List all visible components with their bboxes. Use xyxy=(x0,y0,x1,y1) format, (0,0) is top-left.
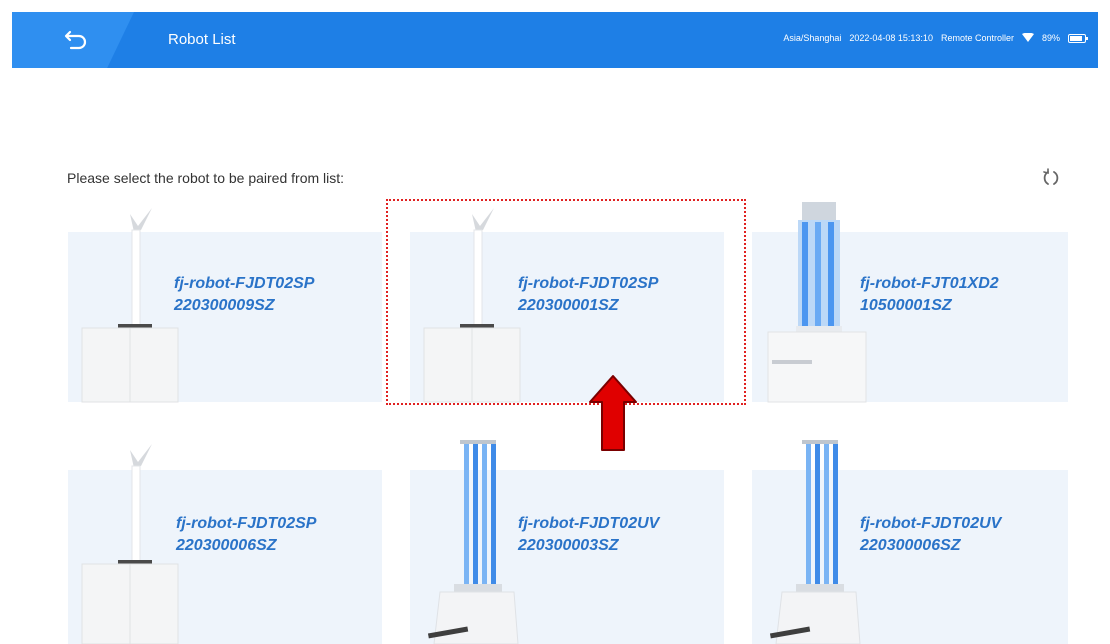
instruction-text: Please select the robot to be paired fro… xyxy=(67,170,345,186)
robot-name: fj-robot-FJDT02SP xyxy=(518,275,659,292)
robot-arm-image xyxy=(81,208,179,403)
battery-percent: 89% xyxy=(1041,33,1060,43)
robot-label: fj-robot-FJDT02SP 220300006SZ xyxy=(176,513,316,557)
robot-name: fj-robot-FJDT02UV xyxy=(860,515,1002,532)
robot-name: fj-robot-FJDT02SP xyxy=(176,515,317,532)
header-bar: Robot List Asia/Shanghai 2022-04-08 15:1… xyxy=(12,12,1098,68)
wifi-icon xyxy=(1021,33,1034,42)
robot-card-3[interactable]: fj-robot-FJT01XD2 10500001SZ xyxy=(752,202,1068,403)
robot-serial: 220300001SZ xyxy=(518,297,619,314)
uv-lamp-robot-image xyxy=(427,440,519,644)
robot-name: fj-robot-FJDT02UV xyxy=(518,515,660,532)
robot-arm-image xyxy=(423,208,521,403)
back-icon[interactable] xyxy=(64,28,90,52)
battery-icon xyxy=(1068,33,1088,43)
robot-name: fj-robot-FJT01XD2 xyxy=(860,275,999,292)
refresh-icon[interactable] xyxy=(1039,166,1063,190)
robot-serial: 220300006SZ xyxy=(860,537,961,554)
robot-card-6[interactable]: fj-robot-FJDT02UV 220300006SZ xyxy=(752,440,1068,644)
robot-card-2[interactable]: fj-robot-FJDT02SP 220300001SZ xyxy=(410,208,724,403)
robot-serial: 220300009SZ xyxy=(174,297,275,314)
datetime-text: 2022-04-08 15:13:10 xyxy=(849,33,933,43)
robot-label: fj-robot-FJDT02SP 220300001SZ xyxy=(518,273,658,317)
robot-name: fj-robot-FJDT02SP xyxy=(174,275,315,292)
page-title: Robot List xyxy=(168,31,236,48)
status-bar: Asia/Shanghai 2022-04-08 15:13:10 Remote… xyxy=(783,33,1088,43)
uv-lamp-robot-image xyxy=(769,440,861,644)
robot-label: fj-robot-FJDT02UV 220300003SZ xyxy=(518,513,659,557)
robot-card-4[interactable]: fj-robot-FJDT02SP 220300006SZ xyxy=(68,444,382,644)
robot-label: fj-robot-FJT01XD2 10500001SZ xyxy=(860,273,999,317)
robot-card-1[interactable]: fj-robot-FJDT02SP 220300009SZ xyxy=(68,208,382,403)
robot-arm-image xyxy=(81,444,179,644)
robot-label: fj-robot-FJDT02SP 220300009SZ xyxy=(174,273,314,317)
robot-label: fj-robot-FJDT02UV 220300006SZ xyxy=(860,513,1001,557)
robot-serial: 220300006SZ xyxy=(176,537,277,554)
uv-tower-robot-image xyxy=(767,202,867,403)
timezone-text: Asia/Shanghai xyxy=(783,33,842,43)
robot-list-screen: Robot List Asia/Shanghai 2022-04-08 15:1… xyxy=(0,0,1110,644)
robot-serial: 220300003SZ xyxy=(518,537,619,554)
arrow-up-icon xyxy=(589,375,637,451)
robot-serial: 10500001SZ xyxy=(860,297,952,314)
controller-text: Remote Controller xyxy=(940,33,1014,43)
robot-card-5[interactable]: fj-robot-FJDT02UV 220300003SZ xyxy=(410,440,724,644)
